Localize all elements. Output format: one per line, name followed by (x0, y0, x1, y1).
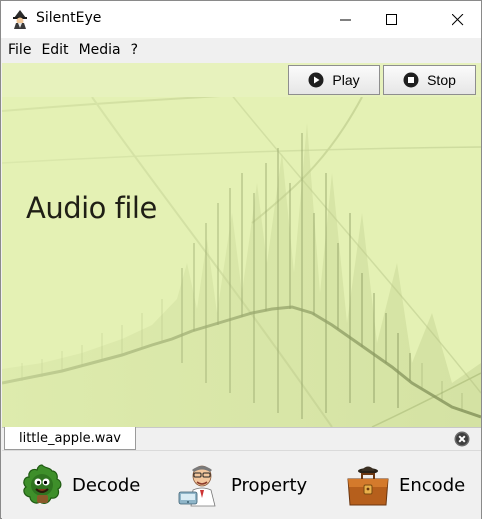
decode-label: Decode (72, 474, 141, 496)
stop-button[interactable]: Stop (383, 65, 476, 95)
close-button[interactable] (435, 1, 481, 38)
stop-label: Stop (427, 72, 456, 88)
play-button[interactable]: Play (288, 65, 380, 95)
close-circle-icon[interactable] (454, 431, 470, 447)
app-window: SilentEye File Edit Media ? Play Stop Au… (0, 0, 482, 519)
property-label: Property (231, 474, 308, 496)
file-tab-bar: little_apple.wav (2, 427, 481, 450)
silenteye-spy-icon (13, 10, 27, 29)
minimize-icon (340, 19, 351, 20)
play-circle-icon (308, 72, 324, 88)
stop-circle-icon (403, 72, 419, 88)
decode-monster-icon (23, 464, 62, 504)
media-preview: Play Stop Audio file (2, 63, 481, 427)
maximize-button[interactable] (369, 1, 415, 38)
menu-media[interactable]: Media (74, 38, 126, 63)
minimize-button[interactable] (323, 1, 369, 38)
title-bar[interactable]: SilentEye (1, 1, 481, 38)
window-title: SilentEye (36, 10, 102, 26)
close-icon (452, 13, 464, 25)
property-button[interactable]: Property (177, 459, 307, 511)
encode-label: Encode (399, 474, 466, 496)
play-label: Play (332, 72, 360, 88)
professor-icon (178, 465, 216, 507)
menu-bar: File Edit Media ? (1, 38, 481, 63)
encode-button[interactable]: Encode (345, 459, 465, 511)
menu-file[interactable]: File (3, 38, 36, 63)
menu-edit[interactable]: Edit (36, 38, 73, 63)
menu-help[interactable]: ? (126, 38, 143, 63)
media-type-label: Audio file (26, 191, 157, 225)
maximize-icon (386, 13, 397, 25)
decode-button[interactable]: Decode (20, 459, 140, 511)
briefcase-spy-icon (347, 466, 389, 506)
file-tab[interactable]: little_apple.wav (4, 427, 136, 450)
file-tab-label: little_apple.wav (18, 430, 122, 446)
action-bar: Decode Property Encode (2, 450, 481, 519)
waveform-illustration (2, 63, 481, 427)
